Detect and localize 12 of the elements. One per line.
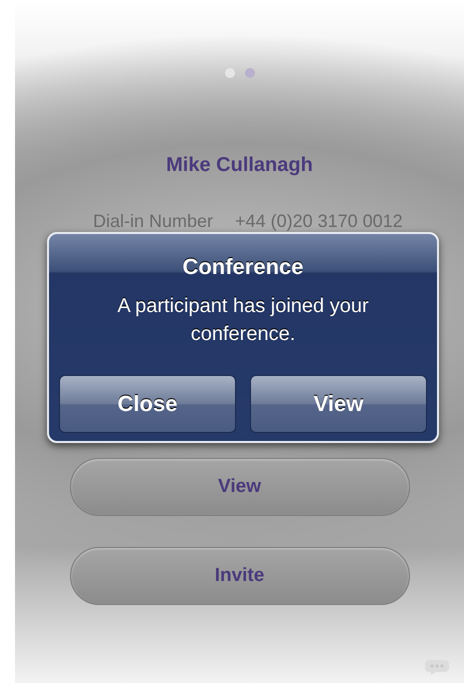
contact-name: Mike Cullanagh (166, 154, 313, 177)
close-button[interactable]: Close (59, 375, 236, 433)
alert-title: Conference (182, 254, 304, 280)
alert-message: A participant has joined your conference. (116, 294, 370, 347)
invite-button[interactable]: Invite (70, 547, 410, 605)
detail-label: Dial-in Number (93, 211, 214, 232)
view-button[interactable]: View (250, 375, 427, 433)
page-dot[interactable] (224, 68, 234, 78)
detail-value: +44 (0)20 3170 0012 (235, 211, 403, 232)
view-button[interactable]: View (70, 458, 410, 516)
page-dot[interactable] (244, 68, 254, 78)
chat-bubble-icon (424, 659, 450, 675)
